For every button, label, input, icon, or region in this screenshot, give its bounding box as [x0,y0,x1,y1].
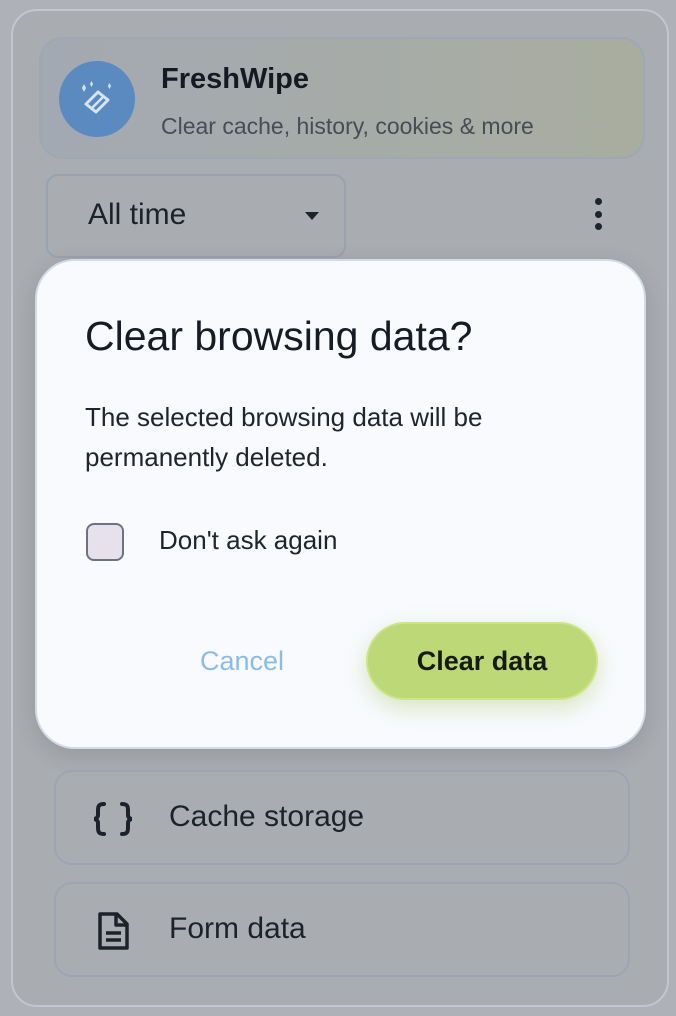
list-item-label: Form data [169,912,306,945]
cancel-button[interactable]: Cancel [187,641,297,681]
braces-icon [92,798,134,840]
more-options-icon[interactable] [583,194,613,234]
list-item-label: Cache storage [169,800,365,833]
app-subtitle: Clear cache, history, cookies & more [161,113,534,139]
app-header: FreshWipe Clear cache, history, cookies … [39,37,645,159]
chevron-down-icon [305,212,319,220]
app-logo-icon [59,61,135,137]
checkbox-label[interactable]: Don't ask again [159,525,337,556]
clear-data-button[interactable]: Clear data [366,622,598,700]
time-range-select[interactable]: All time [46,174,346,258]
dialog-message: The selected browsing data will be perma… [85,402,483,472]
list-item-cache-storage[interactable]: Cache storage [54,770,630,865]
time-range-value: All time [88,198,187,231]
app-name: FreshWipe [161,63,309,95]
dialog-title: Clear browsing data? [85,313,473,359]
confirm-dialog: Clear browsing data? The selected browsi… [35,259,646,749]
dont-ask-again-checkbox[interactable] [86,523,124,561]
list-item-form-data[interactable]: Form data [54,882,630,977]
document-icon [92,910,134,952]
